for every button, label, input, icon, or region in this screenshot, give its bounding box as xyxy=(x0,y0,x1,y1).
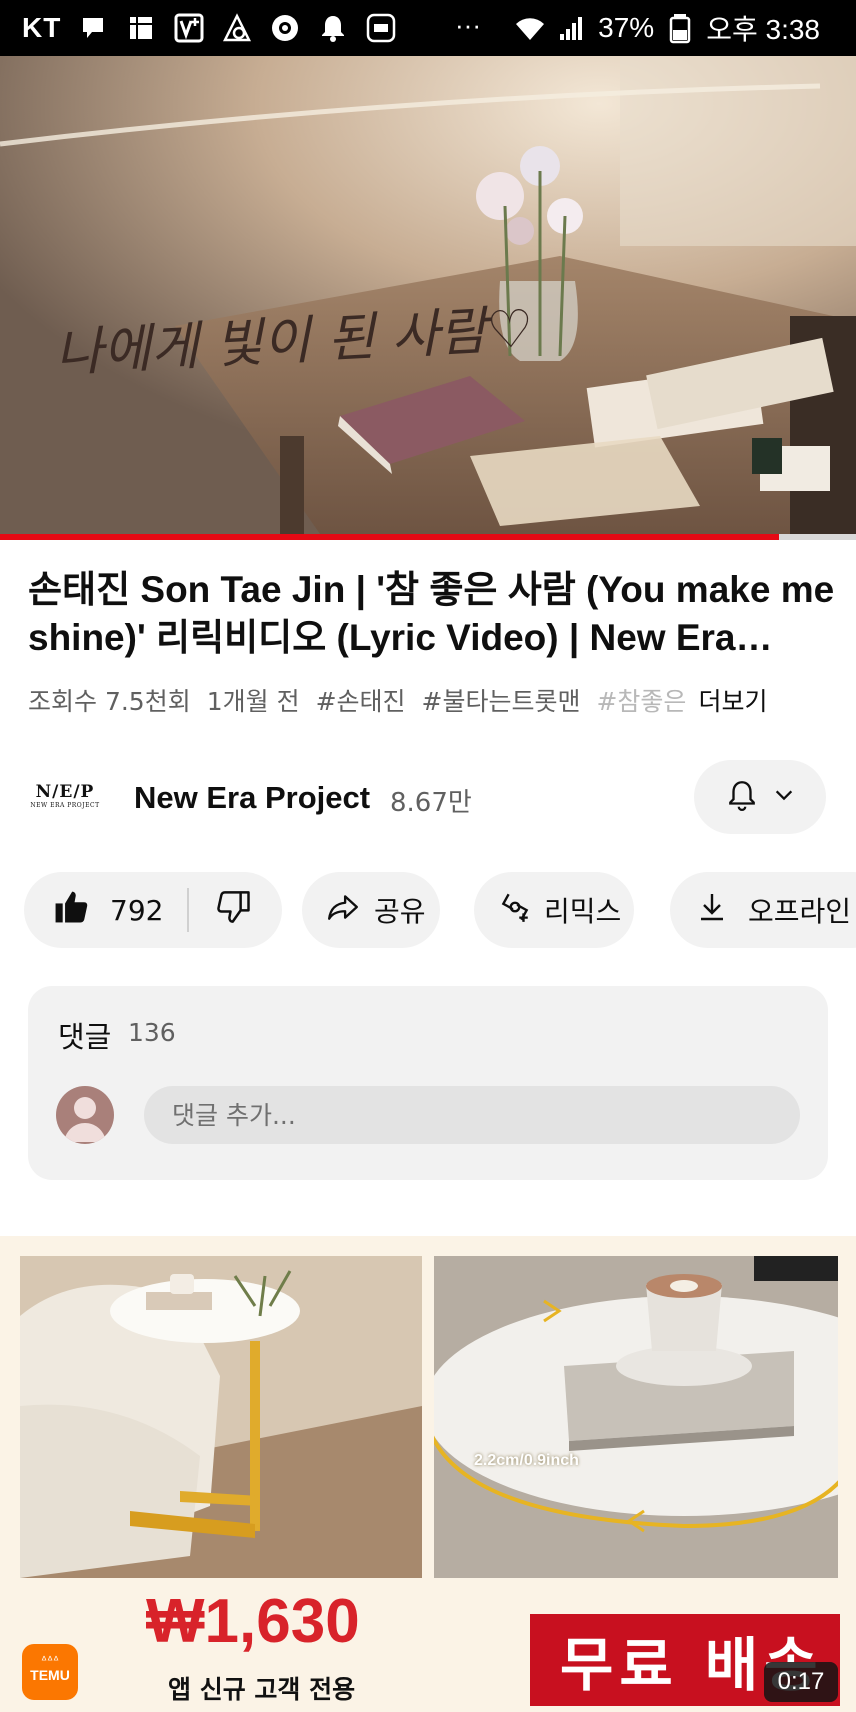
signal-icon xyxy=(556,12,588,44)
hashtag[interactable]: #손태진 xyxy=(316,682,406,718)
more-notifications-icon: ··· xyxy=(455,10,481,40)
ad-timer: 0:17 xyxy=(764,1662,838,1702)
chat-icon xyxy=(77,12,109,44)
gc-icon xyxy=(221,12,253,44)
like-count: 792 xyxy=(110,893,164,927)
wifi-icon xyxy=(514,12,546,44)
channel-logo-subtext: NEW ERA PROJECT xyxy=(30,802,100,809)
temu-logo[interactable]: ᐞᐞᐞ TEMU xyxy=(22,1644,78,1700)
video-progress-fill xyxy=(0,534,779,540)
share-icon xyxy=(326,890,360,931)
ad-product-image-side-table[interactable] xyxy=(20,1256,422,1578)
remix-icon xyxy=(498,890,532,931)
share-button[interactable]: 공유 xyxy=(302,872,440,948)
download-label: 오프라인 xyxy=(748,895,852,928)
measurement-label: 2.2cm/0.9inch xyxy=(474,1452,579,1469)
ad-price: ₩1,630 xyxy=(146,1587,360,1656)
user-avatar xyxy=(56,1086,114,1144)
download-button[interactable]: 오프라인 xyxy=(670,872,856,948)
subscriber-count: 8.67만 xyxy=(390,788,472,818)
channel-name[interactable]: New Era Project xyxy=(134,780,370,816)
view-count: 조회수 7.5천회 xyxy=(28,687,191,716)
comments-panel[interactable]: 댓글 136 xyxy=(28,986,828,1180)
hashtag-faded[interactable]: #참좋은 xyxy=(596,682,686,718)
bell-icon xyxy=(725,778,759,816)
more-button[interactable]: 더보기 xyxy=(698,682,767,718)
upload-age: 1개월 전 xyxy=(206,687,300,716)
notification-bell-icon xyxy=(317,12,349,44)
divider xyxy=(187,888,190,932)
record-icon xyxy=(269,12,301,44)
comments-count: 136 xyxy=(128,1018,176,1047)
ad-banner[interactable]: 2.2cm/0.9inch ᐞᐞᐞ TEMU ₩1,630 앱 신규 고객 전용… xyxy=(0,1236,856,1712)
status-bar: KT ··· 37% 오후 3:38 xyxy=(0,0,856,56)
share-label: 공유 xyxy=(374,895,426,928)
temu-logo-mark: ᐞᐞᐞ xyxy=(41,1655,59,1667)
video-meta[interactable]: 조회수 7.5천회 1개월 전 #손태진 #불타는트롯맨 #참좋은 더보기 xyxy=(28,680,828,720)
clock: 오후 3:38 xyxy=(706,14,820,45)
video-frame-image: 나에게 빛이 된 사람♡ xyxy=(0,56,856,534)
like-button[interactable]: 792 xyxy=(24,888,163,933)
carrier-label: KT xyxy=(22,12,62,43)
ad-product-image-closeup[interactable]: 2.2cm/0.9inch xyxy=(434,1256,838,1578)
action-bar: 792 공유 리믹스 오프라인 xyxy=(24,872,856,948)
channel-row: N/E/P NEW ERA PROJECT New Era Project 8.… xyxy=(0,760,856,836)
channel-avatar[interactable]: N/E/P NEW ERA PROJECT xyxy=(30,772,100,820)
chevron-down-icon xyxy=(773,784,795,810)
remix-button[interactable]: 리믹스 xyxy=(474,872,634,948)
video-progress-bar[interactable] xyxy=(0,534,856,540)
ad-price-caption: 앱 신규 고객 전용 xyxy=(168,1675,356,1704)
download-icon xyxy=(696,891,728,930)
home-shopping-icon xyxy=(365,12,397,44)
thumbs-up-icon xyxy=(52,888,90,933)
notification-settings-button[interactable] xyxy=(694,760,826,834)
app-grid-icon xyxy=(125,12,157,44)
battery-percent: 37% xyxy=(598,12,655,43)
battery-icon xyxy=(664,12,696,44)
dislike-button[interactable] xyxy=(217,889,253,932)
remix-label: 리믹스 xyxy=(544,895,622,928)
temu-logo-text: TEMU xyxy=(30,1667,70,1683)
video-player[interactable]: 나에게 빛이 된 사람♡ xyxy=(0,56,856,534)
channel-logo-text: N/E/P xyxy=(35,782,95,802)
vplus-icon xyxy=(173,12,205,44)
video-title[interactable]: 손태진 Son Tae Jin | '참 좋은 사람 (You make me … xyxy=(28,566,838,662)
comments-label: 댓글 xyxy=(58,1020,112,1054)
hashtag[interactable]: #불타는트롯맨 xyxy=(422,682,581,718)
comment-input[interactable] xyxy=(144,1086,800,1144)
like-dislike-group: 792 xyxy=(24,872,282,948)
